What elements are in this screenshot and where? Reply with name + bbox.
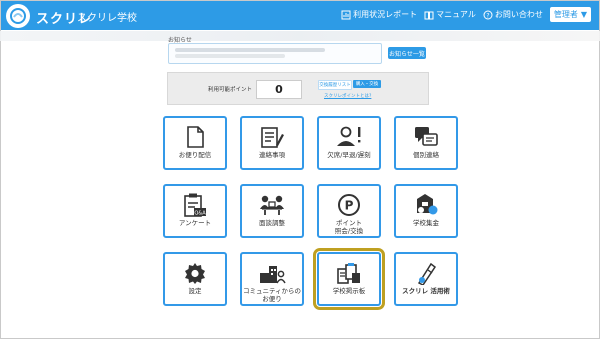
tile-label: 設定: [188, 287, 202, 295]
bulletin-board-icon: [335, 261, 363, 285]
manual-label: マニュアル: [436, 10, 476, 19]
coins-icon: [413, 193, 439, 217]
tile-label: 個別連絡: [413, 151, 439, 159]
gear-icon: [183, 261, 207, 285]
svg-text:P: P: [345, 199, 354, 213]
chevron-down-icon: ▼: [580, 10, 587, 19]
person-alert-icon: [335, 125, 363, 149]
clipboard-qa-icon: Q&A: [182, 193, 208, 217]
tile-meeting-schedule[interactable]: 面談調整: [240, 184, 304, 238]
tile-label: 学校掲示板: [332, 287, 366, 295]
tips-logo-icon: [413, 261, 439, 285]
usage-report-label: 利用状況レポート: [353, 10, 418, 19]
top-bar: スクリレ スクリレ学校 利用状況レポート マニュアル ? お問い合わせ 管理者 …: [1, 1, 599, 30]
tile-notices[interactable]: 連絡事項: [240, 116, 304, 170]
tile-school-fees[interactable]: 学校集金: [394, 184, 458, 238]
meeting-icon: [258, 193, 286, 217]
manual-link[interactable]: マニュアル: [424, 9, 476, 20]
account-label: 管理者: [553, 10, 578, 19]
tile-letter-delivery[interactable]: お便り配信: [163, 116, 227, 170]
community-icon: [258, 261, 286, 285]
account-menu-button[interactable]: 管理者 ▼: [549, 7, 591, 22]
blurred-banner: [0, 31, 600, 41]
points-info-link[interactable]: スクリレポイントとは?: [324, 93, 371, 99]
points-label: 利用可能ポイント: [208, 87, 253, 93]
tile-label: アンケート: [178, 219, 212, 227]
tile-label: 連絡事項: [259, 151, 285, 159]
svg-text:?: ?: [486, 12, 489, 19]
tile-attendance[interactable]: 欠席/早退/遅刻: [317, 116, 381, 170]
tile-settings[interactable]: 設定: [163, 252, 227, 306]
contact-link[interactable]: ? お問い合わせ: [483, 9, 543, 20]
notepad-pen-icon: [259, 125, 285, 149]
notice-list-button[interactable]: お知らせ一覧: [388, 47, 426, 59]
exchange-history-button[interactable]: 交換履歴リスト: [318, 80, 352, 90]
tile-survey[interactable]: Q&A アンケート: [163, 184, 227, 238]
purchase-exchange-button[interactable]: 購入・交換: [353, 80, 381, 88]
tile-individual-contact[interactable]: 個別連絡: [394, 116, 458, 170]
usage-report-link[interactable]: 利用状況レポート: [341, 9, 417, 20]
tile-school-bulletin-board[interactable]: 学校掲示板: [313, 248, 385, 310]
points-panel: 利用可能ポイント 0 交換履歴リスト 購入・交換 スクリレポイントとは?: [167, 72, 429, 105]
notice-blurred-text: [175, 48, 325, 52]
notice-ticker[interactable]: [168, 43, 382, 64]
question-icon: ?: [483, 10, 493, 19]
tile-usage-tips[interactable]: スクリレ 活用術: [394, 252, 458, 306]
tile-label: コミュニティからの お便り: [242, 287, 302, 303]
points-value: 0: [256, 80, 302, 99]
tile-label: 学校集金: [413, 219, 439, 227]
tile-label: 欠席/早退/遅刻: [327, 151, 371, 159]
report-icon: [341, 10, 351, 19]
header-links: 利用状況レポート マニュアル ? お問い合わせ 管理者 ▼: [341, 7, 591, 22]
tile-label: 面談調整: [259, 219, 285, 227]
tile-label: ポイント 照会/交換: [334, 219, 364, 235]
book-icon: [424, 11, 434, 19]
school-name: スクリレ学校: [77, 13, 137, 24]
document-icon: [185, 125, 205, 149]
logo-icon[interactable]: [6, 4, 30, 28]
chat-bubbles-icon: [413, 125, 439, 149]
tile-community-letters[interactable]: コミュニティからの お便り: [240, 252, 304, 306]
point-coin-icon: P: [337, 193, 361, 217]
tile-points[interactable]: P ポイント 照会/交換: [317, 184, 381, 238]
tile-label: お便り配信: [178, 151, 212, 159]
contact-label: お問い合わせ: [494, 10, 543, 19]
notice-blurred-text-2: [175, 54, 285, 58]
svg-text:Q&A: Q&A: [194, 210, 206, 216]
tile-label: スクリレ 活用術: [402, 287, 450, 295]
